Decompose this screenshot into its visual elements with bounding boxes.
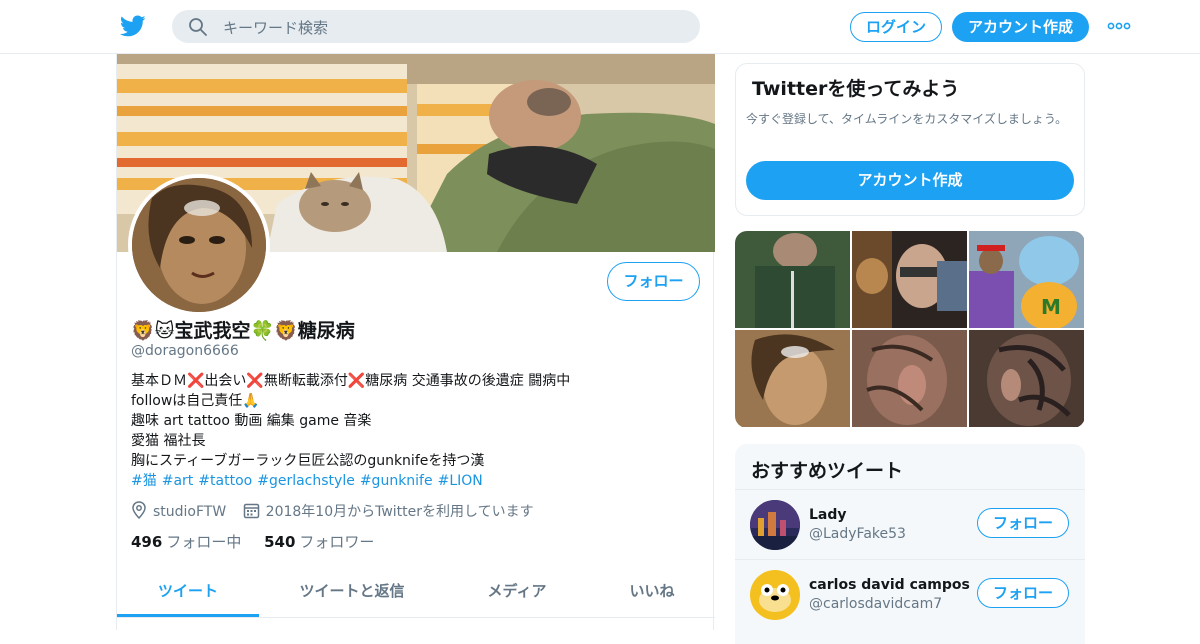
following-count[interactable]: 496 xyxy=(131,533,162,551)
profile-handle[interactable]: @doragon6666 xyxy=(131,343,239,359)
profile-bio: 基本ＤＭ❌出会い❌無断転載添付❌糖尿病 交通事故の後遺症 闘病中 followは… xyxy=(131,371,701,491)
profile-tabs: ツイート ツイートと返信 メディア いいね xyxy=(117,566,715,618)
hashtag-link[interactable]: #gunknife xyxy=(360,473,433,489)
signup-card-title: Twitterを使ってみよう xyxy=(752,78,960,100)
media-grid: M xyxy=(735,231,1085,428)
media-thumbnail[interactable]: M xyxy=(969,231,1084,328)
recommended-user-handle[interactable]: @LadyFake53 xyxy=(809,526,906,542)
tab-tweets[interactable]: ツイート xyxy=(117,566,259,617)
avatar[interactable] xyxy=(750,570,800,620)
signup-card: Twitterを使ってみよう 今すぐ登録して、タイムラインをカスタマイズしましょ… xyxy=(735,63,1085,216)
follow-button[interactable]: フォロー xyxy=(607,262,700,301)
search-placeholder: キーワード検索 xyxy=(223,19,329,37)
follow-button[interactable]: フォロー xyxy=(977,578,1069,608)
media-thumbnail[interactable] xyxy=(735,231,850,328)
search-input[interactable]: キーワード検索 xyxy=(172,10,700,43)
recommended-title: おすすめツイート xyxy=(751,460,904,482)
profile-meta: studioFTW 2018年10月からTwitterを利用しています xyxy=(131,501,546,521)
joined-text: 2018年10月からTwitterを利用しています xyxy=(265,504,534,520)
tab-tweets-and-replies[interactable]: ツイートと返信 xyxy=(282,566,422,617)
media-thumbnail[interactable] xyxy=(735,330,850,427)
bio-line: 愛猫 福社長 xyxy=(131,433,206,449)
profile-location: studioFTW xyxy=(131,501,226,520)
recommended-user-handle[interactable]: @carlosdavidcam7 xyxy=(809,596,942,612)
following-label[interactable]: フォロー中 xyxy=(166,533,241,551)
recommended-user[interactable]: Lady @LadyFake53 フォロー xyxy=(735,489,1085,558)
calendar-icon xyxy=(243,503,259,519)
hashtag-link[interactable]: #gerlachstyle xyxy=(257,473,355,489)
media-thumbnail[interactable] xyxy=(969,330,1084,427)
recommended-user[interactable]: carlos david campos @carlosdavidcam7 フォロ… xyxy=(735,559,1085,628)
signup-button[interactable]: アカウント作成 xyxy=(952,12,1089,42)
location-text: studioFTW xyxy=(153,504,227,520)
login-button[interactable]: ログイン xyxy=(850,12,942,42)
top-navigation-bar: キーワード検索 ログイン アカウント作成 xyxy=(0,0,1200,54)
profile-display-name: 🦁🐱宝武我空🍀🦁糖尿病 xyxy=(131,320,355,342)
bio-line: 基本ＤＭ❌出会い❌無断転載添付❌糖尿病 交通事故の後遺症 闘病中 xyxy=(131,373,571,389)
signup-card-description: 今すぐ登録して、タイムラインをカスタマイズしましょう。 xyxy=(746,112,1068,126)
more-options-icon[interactable] xyxy=(1107,20,1131,32)
bio-line: followは自己責任🙏 xyxy=(131,393,260,409)
follow-button[interactable]: フォロー xyxy=(977,508,1069,538)
svg-text:M: M xyxy=(1041,295,1061,319)
tab-likes[interactable]: いいね xyxy=(607,566,697,617)
media-thumbnail[interactable] xyxy=(852,231,967,328)
hashtag-link[interactable]: #tattoo xyxy=(198,473,252,489)
recommended-user-name[interactable]: carlos david campos xyxy=(809,577,970,593)
tab-media[interactable]: メディア xyxy=(457,566,577,617)
bio-hashtags: #猫 #art #tattoo #gerlachstyle #gunknife #LION xyxy=(131,471,701,491)
profile-stats: 496 フォロー中 540 フォロワー xyxy=(131,531,392,552)
recommended-tweets-card: おすすめツイート Lady @LadyFake53 フォロー carlos da… xyxy=(735,444,1085,644)
twitter-logo-icon[interactable] xyxy=(120,13,146,39)
location-pin-icon xyxy=(132,501,146,520)
bio-line: 趣味 art tattoo 動画 編集 game 音楽 xyxy=(131,413,372,429)
hashtag-link[interactable]: #猫 xyxy=(131,473,157,489)
recommended-user-name[interactable]: Lady xyxy=(809,507,847,523)
signup-card-button[interactable]: アカウント作成 xyxy=(746,161,1074,200)
media-thumbnail[interactable] xyxy=(852,330,967,427)
hashtag-link[interactable]: #art xyxy=(162,473,194,489)
hashtag-link[interactable]: #LION xyxy=(438,473,483,489)
followers-count[interactable]: 540 xyxy=(264,533,295,551)
profile-avatar[interactable] xyxy=(128,174,270,316)
profile-column: フォロー 🦁🐱宝武我空🍀🦁糖尿病 @doragon6666 基本ＤＭ❌出会い❌無… xyxy=(116,54,715,630)
search-icon xyxy=(189,18,207,36)
profile-joined: 2018年10月からTwitterを利用しています xyxy=(243,501,534,521)
followers-label[interactable]: フォロワー xyxy=(299,533,374,551)
bio-line: 胸にスティーブガーラック巨匠公認のgunknifeを持つ漢 xyxy=(131,453,485,469)
avatar[interactable] xyxy=(750,500,800,550)
